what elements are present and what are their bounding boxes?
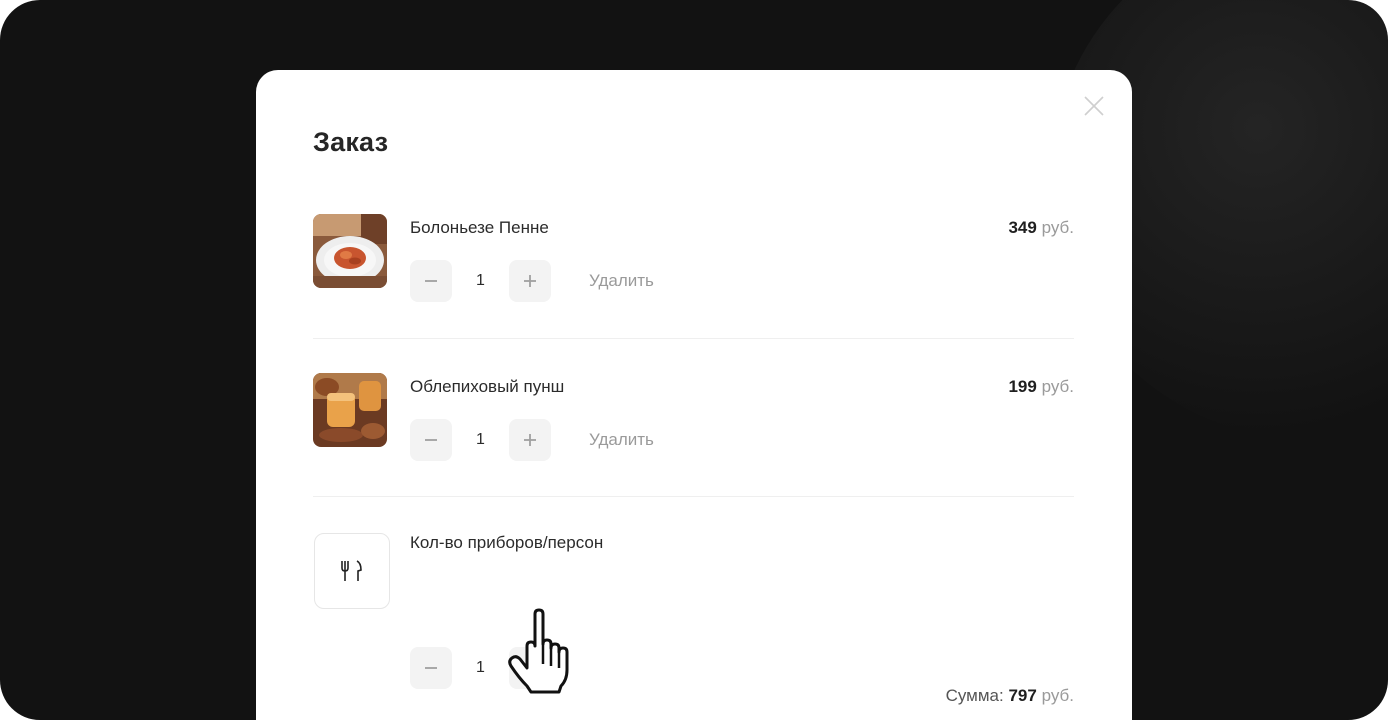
plus-icon [524, 434, 536, 446]
cutlery-quantity: 1 [476, 659, 485, 676]
decrease-quantity-button[interactable] [410, 419, 452, 461]
price-currency: руб. [1041, 218, 1074, 237]
item-name: Болоньезе Пенне [410, 218, 549, 237]
app-frame: Заказ Болоньезе Пенне 349 руб. 1 Удалить… [0, 0, 1388, 720]
product-image-punch [313, 373, 387, 447]
order-total: Сумма: 797 руб. [946, 686, 1074, 706]
minus-icon [425, 439, 437, 441]
item-name: Облепиховый пунш [410, 377, 565, 396]
item-price: 199 руб. [1008, 377, 1074, 397]
total-label: Сумма: [945, 686, 1004, 705]
cutlery-icon [341, 560, 362, 581]
plus-icon [524, 662, 536, 674]
price-value: 349 [1008, 218, 1037, 237]
cutlery-label: Кол-во приборов/персон [410, 533, 604, 552]
price-currency: руб. [1041, 377, 1074, 396]
remove-item-link[interactable]: Удалить [589, 419, 654, 461]
product-image-pasta [313, 214, 387, 288]
item-price: 349 руб. [1008, 218, 1074, 238]
close-icon[interactable] [1082, 94, 1106, 118]
cutlery-icon-box [314, 533, 390, 609]
quantity-value: 1 [476, 272, 485, 289]
total-amount: 797 [1008, 686, 1037, 705]
minus-icon [425, 280, 437, 282]
price-value: 199 [1008, 377, 1037, 396]
decrease-cutlery-button[interactable] [410, 647, 452, 689]
close-button[interactable] [1082, 94, 1106, 118]
increase-cutlery-button[interactable] [509, 647, 551, 689]
increase-quantity-button[interactable] [509, 419, 551, 461]
total-currency: руб. [1041, 686, 1074, 705]
increase-quantity-button[interactable] [509, 260, 551, 302]
plus-icon [524, 275, 536, 287]
divider [313, 338, 1074, 339]
quantity-value: 1 [476, 431, 485, 448]
remove-item-link[interactable]: Удалить [589, 260, 654, 302]
minus-icon [425, 667, 437, 669]
modal-title: Заказ [313, 127, 389, 157]
order-modal: Заказ Болоньезе Пенне 349 руб. 1 Удалить… [256, 70, 1132, 720]
divider [313, 496, 1074, 497]
decrease-quantity-button[interactable] [410, 260, 452, 302]
